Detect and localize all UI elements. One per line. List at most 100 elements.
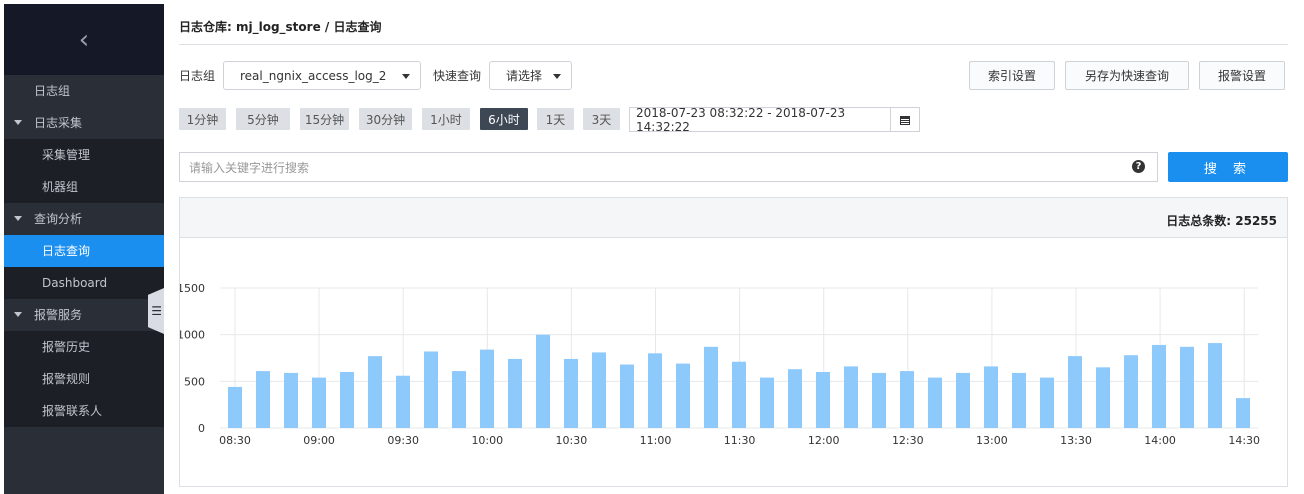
sidebar-group[interactable]: 日志采集 [4,107,164,139]
x-tick-label: 12:00 [808,434,840,447]
y-tick-label: 0 [198,422,205,435]
histogram-bar[interactable] [1040,377,1054,428]
histogram-bar[interactable] [1096,367,1110,428]
sidebar-item[interactable]: 机器组 [4,171,164,203]
time-range-option[interactable]: 1天 [537,108,574,130]
histogram-bar[interactable] [396,375,410,428]
histogram-bar[interactable] [704,346,718,428]
question-circle-icon[interactable]: ? [1132,160,1145,173]
time-range-option[interactable]: 5分钟 [236,108,290,130]
sidebar-header: ‹ [4,4,164,75]
time-range-option[interactable]: 1小时 [422,108,470,130]
time-range-option[interactable]: 30分钟 [359,108,412,130]
histogram-bar[interactable] [1068,356,1082,428]
histogram-bar[interactable] [424,351,438,428]
histogram-bar[interactable] [536,334,550,428]
histogram-panel: 日志总条数: 25255 0 500 1000 1500 08:30 09:00 09:30… [179,197,1288,487]
histogram-bar[interactable] [872,372,886,428]
caret-down-icon [14,312,22,317]
histogram-bar[interactable] [760,377,774,428]
sidebar-item[interactable]: 日志查询 [4,235,164,267]
chevron-left-icon[interactable]: ‹ [79,27,89,53]
histogram-bar[interactable] [984,366,998,428]
index-settings-button[interactable]: 索引设置 [969,61,1055,90]
time-range-option[interactable]: 15分钟 [300,108,349,130]
sidebar-item[interactable]: 报警规则 [4,363,164,395]
histogram-bar[interactable] [564,358,578,428]
sidebar-filler [4,427,164,493]
save-quick-query-button[interactable]: 另存为快速查询 [1065,61,1189,90]
x-tick-label: 13:30 [1060,434,1092,447]
time-range-option[interactable]: 3天 [583,108,620,130]
sidebar-item-label: 报警服务 [34,308,83,322]
y-tick-label: 500 [184,375,205,388]
sidebar-item[interactable]: 报警联系人 [4,395,164,427]
caret-down-icon [553,74,561,79]
histogram-bar[interactable] [844,366,858,428]
x-tick-label: 14:00 [1144,434,1176,447]
sidebar-item-label: Dashboard [42,276,108,290]
quick-query-select[interactable]: 请选择 [489,61,572,90]
sidebar-item[interactable]: 采集管理 [4,139,164,171]
histogram-bar[interactable] [508,358,522,428]
histogram-bar[interactable] [1152,344,1166,428]
x-tick-label: 10:00 [471,434,503,447]
histogram-bar[interactable] [816,372,830,428]
logstore-select-value: real_ngnix_access_log_2 [240,68,387,83]
search-placeholder: 请输入关键字进行搜索 [189,160,310,175]
x-tick-label: 09:30 [387,434,419,447]
histogram-bar[interactable] [1236,398,1250,428]
sidebar-item-label: 查询分析 [34,212,83,226]
sidebar-item-label: 报警规则 [42,372,91,386]
breadcrumb: 日志仓库: mj_log_store / 日志查询 [179,20,382,34]
histogram-bar[interactable] [676,363,690,428]
histogram-bar[interactable] [284,372,298,428]
calendar-icon[interactable] [890,108,919,131]
x-tick-label: 11:00 [640,434,672,447]
date-range-picker[interactable]: 2018-07-23 08:32:22 - 2018-07-23 14:32:2… [629,105,920,134]
sidebar-item-label: 日志查询 [42,244,91,258]
x-tick-label: 14:30 [1228,434,1260,447]
sidebar-item-label: 日志组 [34,84,71,98]
sidebar-item[interactable]: Dashboard [4,267,164,299]
app-window: ‹ 日志组日志采集 采集管理机器组查询分析日志查询 Dashboard 报警服务报警历… [0,0,1304,494]
sidebar-group[interactable]: 查询分析 [4,203,164,235]
search-button[interactable]: 搜 索 [1168,152,1288,182]
log-histogram-chart: 0 500 1000 1500 08:30 09:00 09:30 10:00 10:30 11:… [180,282,1260,447]
histogram-bar[interactable] [928,377,942,428]
x-tick-label: 09:00 [303,434,335,447]
logstore-select[interactable]: real_ngnix_access_log_2 [223,61,421,90]
histogram-bar[interactable] [788,369,802,428]
histogram-bar[interactable] [228,386,242,428]
date-range-text: 2018-07-23 08:32:22 - 2018-07-23 14:32:2… [636,105,846,134]
histogram-bar[interactable] [1208,343,1222,428]
sidebar-collapse-toggle[interactable]: ☰ [148,288,164,334]
histogram-bar[interactable] [1012,372,1026,428]
sidebar-item[interactable]: 报警历史 [4,331,164,363]
sidebar-menu: 日志组日志采集 采集管理机器组查询分析日志查询 Dashboard 报警服务报警历史报… [4,75,164,427]
histogram-bar[interactable] [648,353,662,428]
histogram-bar[interactable] [732,361,746,428]
histogram-bar[interactable] [256,371,270,428]
histogram-bar[interactable] [340,372,354,428]
histogram-bar[interactable] [620,364,634,428]
histogram-bar[interactable] [312,377,326,428]
histogram-bar[interactable] [368,356,382,428]
histogram-bar[interactable] [1180,346,1194,428]
histogram-bar[interactable] [1124,355,1138,428]
sidebar-item-label: 机器组 [42,180,79,194]
alarm-settings-button[interactable]: 报警设置 [1199,61,1285,90]
histogram-bar[interactable] [956,372,970,428]
sidebar-item[interactable]: 日志组 [4,75,164,107]
y-tick-label: 1000 [180,329,205,342]
sidebar-group[interactable]: 报警服务 [4,299,164,331]
histogram-bar[interactable] [452,371,466,428]
histogram-bar[interactable] [480,349,494,428]
search-input[interactable]: 请输入关键字进行搜索 ? [179,152,1158,182]
time-range-option[interactable]: 6小时 [480,108,528,130]
time-range-option[interactable]: 1分钟 [179,108,226,130]
histogram-bar[interactable] [900,371,914,428]
main-content: 日志仓库: mj_log_store / 日志查询 日志组 real_ngnix… [179,0,1288,494]
histogram-bar[interactable] [592,352,606,428]
histogram-panel-header: 日志总条数: 25255 [180,198,1287,238]
